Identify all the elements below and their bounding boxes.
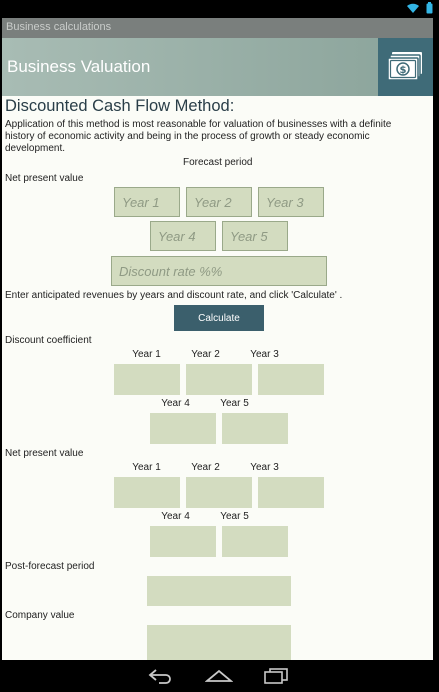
svg-text:$: $ — [399, 65, 406, 76]
dc-year3-label: Year 3 — [250, 349, 279, 360]
wifi-icon — [407, 3, 419, 13]
npv-year3-output — [258, 477, 324, 508]
npv-year5-output — [222, 526, 288, 557]
post-forecast-output — [147, 576, 291, 606]
year1-input[interactable]: Year 1 — [114, 187, 180, 217]
dc-year1-label: Year 1 — [132, 349, 161, 360]
year5-input[interactable]: Year 5 — [222, 221, 288, 251]
dc-year4-output — [150, 413, 216, 444]
dc-year4-label: Year 4 — [161, 398, 190, 409]
logo[interactable]: $ — [378, 38, 433, 96]
window-title: Business calculations — [6, 21, 112, 33]
dc-year3-output — [258, 364, 324, 395]
recent-apps-icon — [264, 668, 288, 684]
section-title: Discounted Cash Flow Method: — [5, 97, 235, 115]
header: Business Valuation $ — [2, 38, 433, 96]
npv-year2-label: Year 2 — [191, 462, 220, 473]
home-icon — [205, 669, 233, 682]
discount-rate-input[interactable]: Discount rate %% — [111, 256, 327, 286]
status-bar — [0, 0, 439, 18]
status-icons — [406, 2, 433, 14]
back-button[interactable] — [140, 666, 180, 686]
year2-input[interactable]: Year 2 — [186, 187, 252, 217]
dc-year5-output — [222, 413, 288, 444]
dc-year2-output — [186, 364, 252, 395]
npv-year4-label: Year 4 — [161, 511, 190, 522]
intro-text: Application of this method is most reaso… — [5, 119, 392, 154]
dc-year1-output — [114, 364, 180, 395]
money-bill-icon: $ — [386, 52, 422, 81]
npv-year5-label: Year 5 — [220, 511, 249, 522]
forecast-period-label: Forecast period — [183, 157, 253, 168]
npv-year2-output — [186, 477, 252, 508]
window-titlebar: Business calculations — [2, 18, 433, 38]
company-value-output — [147, 625, 291, 660]
npv-year1-output — [114, 477, 180, 508]
back-icon — [148, 669, 171, 684]
recent-apps-button[interactable] — [256, 666, 296, 686]
company-value-label: Company value — [5, 610, 75, 621]
navigation-bar — [0, 660, 439, 692]
home-button[interactable] — [199, 666, 239, 686]
npv-output-label: Net present value — [5, 448, 84, 459]
year3-input[interactable]: Year 3 — [258, 187, 324, 217]
calculate-button[interactable]: Calculate — [174, 305, 264, 331]
instruction-text: Enter anticipated revenues by years and … — [5, 290, 343, 301]
npv-year1-label: Year 1 — [132, 462, 161, 473]
page-title: Business Valuation — [7, 57, 151, 76]
discount-coefficient-label: Discount coefficient — [5, 335, 92, 346]
dc-year2-label: Year 2 — [191, 349, 220, 360]
dc-year5-label: Year 5 — [220, 398, 249, 409]
npv-year3-label: Year 3 — [250, 462, 279, 473]
post-forecast-label: Post-forecast period — [5, 561, 95, 572]
app-content: Business Valuation $ Discounted Cash Flo… — [2, 38, 433, 660]
npv-year4-output — [150, 526, 216, 557]
battery-icon — [426, 2, 433, 14]
npv-input-label: Net present value — [5, 173, 84, 184]
year4-input[interactable]: Year 4 — [150, 221, 216, 251]
